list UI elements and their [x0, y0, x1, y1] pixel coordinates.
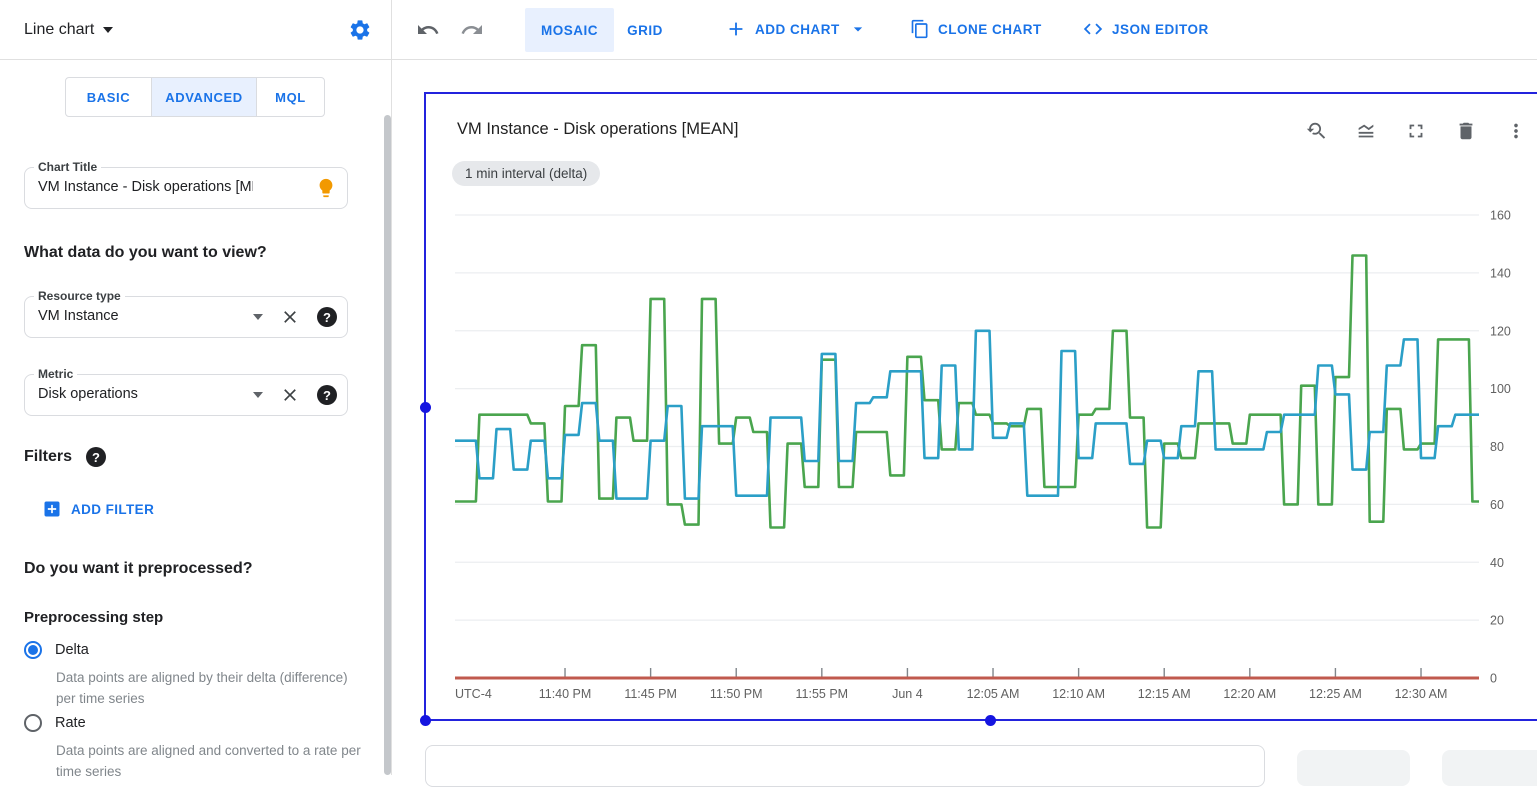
svg-text:12:10 AM: 12:10 AM [1052, 687, 1105, 701]
radio-rate-label: Rate [55, 715, 86, 731]
svg-text:160: 160 [1490, 209, 1511, 223]
add-chart-label: ADD CHART [755, 22, 840, 37]
svg-text:60: 60 [1490, 498, 1504, 512]
clear-x-icon[interactable] [280, 307, 300, 327]
zoom-reset-icon[interactable] [1305, 120, 1327, 142]
svg-text:UTC-4: UTC-4 [455, 687, 492, 701]
tab-advanced[interactable]: ADVANCED [151, 78, 256, 116]
svg-text:11:45 PM: 11:45 PM [624, 687, 677, 701]
settings-gear-button[interactable] [348, 18, 372, 42]
svg-text:11:55 PM: 11:55 PM [796, 687, 849, 701]
preprocess-step-label: Preprocessing step [24, 609, 163, 626]
resource-type-value[interactable]: VM Instance [38, 308, 119, 324]
legend-panel [425, 745, 1265, 787]
metric-value[interactable]: Disk operations [38, 386, 138, 402]
add-chart-button[interactable]: ADD CHART [725, 14, 868, 44]
tab-basic[interactable]: BASIC [66, 78, 151, 116]
more-vert-icon[interactable] [1505, 120, 1527, 142]
interval-badge: 1 min interval (delta) [452, 161, 600, 186]
filters-heading: Filters [24, 448, 72, 466]
tab-mosaic-label: MOSAIC [541, 23, 598, 38]
gear-icon [348, 18, 372, 42]
json-editor-label: JSON EDITOR [1112, 22, 1209, 37]
tab-mosaic[interactable]: MOSAIC [525, 8, 614, 52]
svg-text:12:30 AM: 12:30 AM [1395, 687, 1448, 701]
radio-delta-label: Delta [55, 642, 89, 658]
sidebar-header: Line chart [0, 0, 392, 60]
sidebar-scrollbar[interactable] [384, 115, 391, 775]
bottom-button-2[interactable] [1442, 750, 1537, 786]
help-icon[interactable]: ? [317, 307, 337, 327]
filters-help-icon[interactable]: ? [86, 447, 106, 467]
resize-handle-bottom-left[interactable] [420, 715, 431, 726]
svg-text:0: 0 [1490, 672, 1497, 686]
help-icon[interactable]: ? [317, 385, 337, 405]
fullscreen-icon[interactable] [1405, 120, 1427, 142]
svg-text:12:25 AM: 12:25 AM [1309, 687, 1362, 701]
resize-handle-bottom-center[interactable] [985, 715, 996, 726]
json-editor-button[interactable]: JSON EDITOR [1082, 14, 1209, 44]
svg-text:120: 120 [1490, 324, 1511, 338]
add-filter-button[interactable]: ADD FILTER [42, 499, 154, 519]
svg-text:140: 140 [1490, 266, 1511, 280]
clone-chart-label: CLONE CHART [938, 22, 1042, 37]
plus-icon [725, 18, 747, 40]
chart-card[interactable]: 0 20 40 60 80 100 120 140 160 11:40 PM 11:45 PM 11:… [424, 92, 1537, 721]
chart-card-title: VM Instance - Disk operations [MEAN] [457, 120, 739, 139]
line-chart-plot[interactable]: 0 20 40 60 80 100 120 140 160 11:40 PM 11:45 PM 11:… [426, 94, 1537, 721]
svg-text:20: 20 [1490, 614, 1504, 628]
delete-icon[interactable] [1455, 120, 1477, 142]
svg-text:11:50 PM: 11:50 PM [710, 687, 763, 701]
bottom-button-1[interactable] [1297, 750, 1410, 786]
add-box-icon [42, 499, 62, 519]
chart-title-field-label: Chart Title [34, 160, 101, 174]
redo-icon[interactable] [460, 18, 484, 42]
data-section-heading: What data do you want to view? [24, 244, 267, 262]
svg-text:12:05 AM: 12:05 AM [967, 687, 1020, 701]
metric-field[interactable]: Metric Disk operations ? [24, 374, 348, 416]
radio-delta-desc: Data points are aligned by their delta (… [56, 668, 356, 710]
chart-type-label: Line chart [24, 21, 94, 39]
resource-type-label: Resource type [34, 289, 125, 303]
svg-text:Jun 4: Jun 4 [892, 687, 923, 701]
svg-text:11:40 PM: 11:40 PM [539, 687, 592, 701]
chart-title-field[interactable]: Chart Title VM Instance - Disk operation… [24, 167, 348, 209]
add-filter-label: ADD FILTER [71, 502, 154, 517]
chevron-down-icon [848, 19, 868, 39]
clone-chart-button[interactable]: CLONE CHART [910, 14, 1042, 44]
dropdown-caret-icon[interactable] [253, 314, 263, 320]
metric-label: Metric [34, 367, 77, 381]
resource-type-field[interactable]: Resource type VM Instance ? [24, 296, 348, 338]
radio-rate-desc: Data points are aligned and converted to… [56, 741, 376, 783]
code-icon [1082, 18, 1104, 40]
undo-icon[interactable] [416, 18, 440, 42]
svg-text:100: 100 [1490, 382, 1511, 396]
preprocess-heading: Do you want it preprocessed? [24, 560, 252, 578]
legend-toggle-icon[interactable] [1355, 120, 1377, 142]
top-toolbar: MOSAIC GRID ADD CHART CLONE CHART JSON E… [392, 0, 1537, 60]
tab-grid-label: GRID [627, 23, 663, 38]
chevron-down-icon [103, 27, 113, 33]
radio-rate[interactable]: Rate [24, 714, 86, 732]
query-mode-tabs: BASIC ADVANCED MQL [65, 77, 325, 117]
copy-icon [910, 19, 930, 39]
radio-unselected-icon [24, 714, 42, 732]
svg-text:80: 80 [1490, 440, 1504, 454]
clear-x-icon[interactable] [280, 385, 300, 405]
chart-type-selector[interactable]: Line chart [24, 21, 113, 39]
tab-mql[interactable]: MQL [256, 78, 324, 116]
lightbulb-icon[interactable] [315, 177, 337, 199]
chart-title-field-value[interactable]: VM Instance - Disk operations [MEA [38, 179, 253, 195]
dropdown-caret-icon[interactable] [253, 392, 263, 398]
radio-selected-icon [24, 641, 42, 659]
svg-text:40: 40 [1490, 556, 1504, 570]
tab-grid[interactable]: GRID [605, 8, 685, 52]
svg-text:12:20 AM: 12:20 AM [1223, 687, 1276, 701]
chart-action-bar [1305, 120, 1527, 142]
radio-delta[interactable]: Delta [24, 641, 89, 659]
resize-handle-left[interactable] [420, 402, 431, 413]
svg-text:12:15 AM: 12:15 AM [1138, 687, 1191, 701]
sidebar: Line chart BASIC ADVANCED MQL Chart Titl… [0, 0, 392, 775]
